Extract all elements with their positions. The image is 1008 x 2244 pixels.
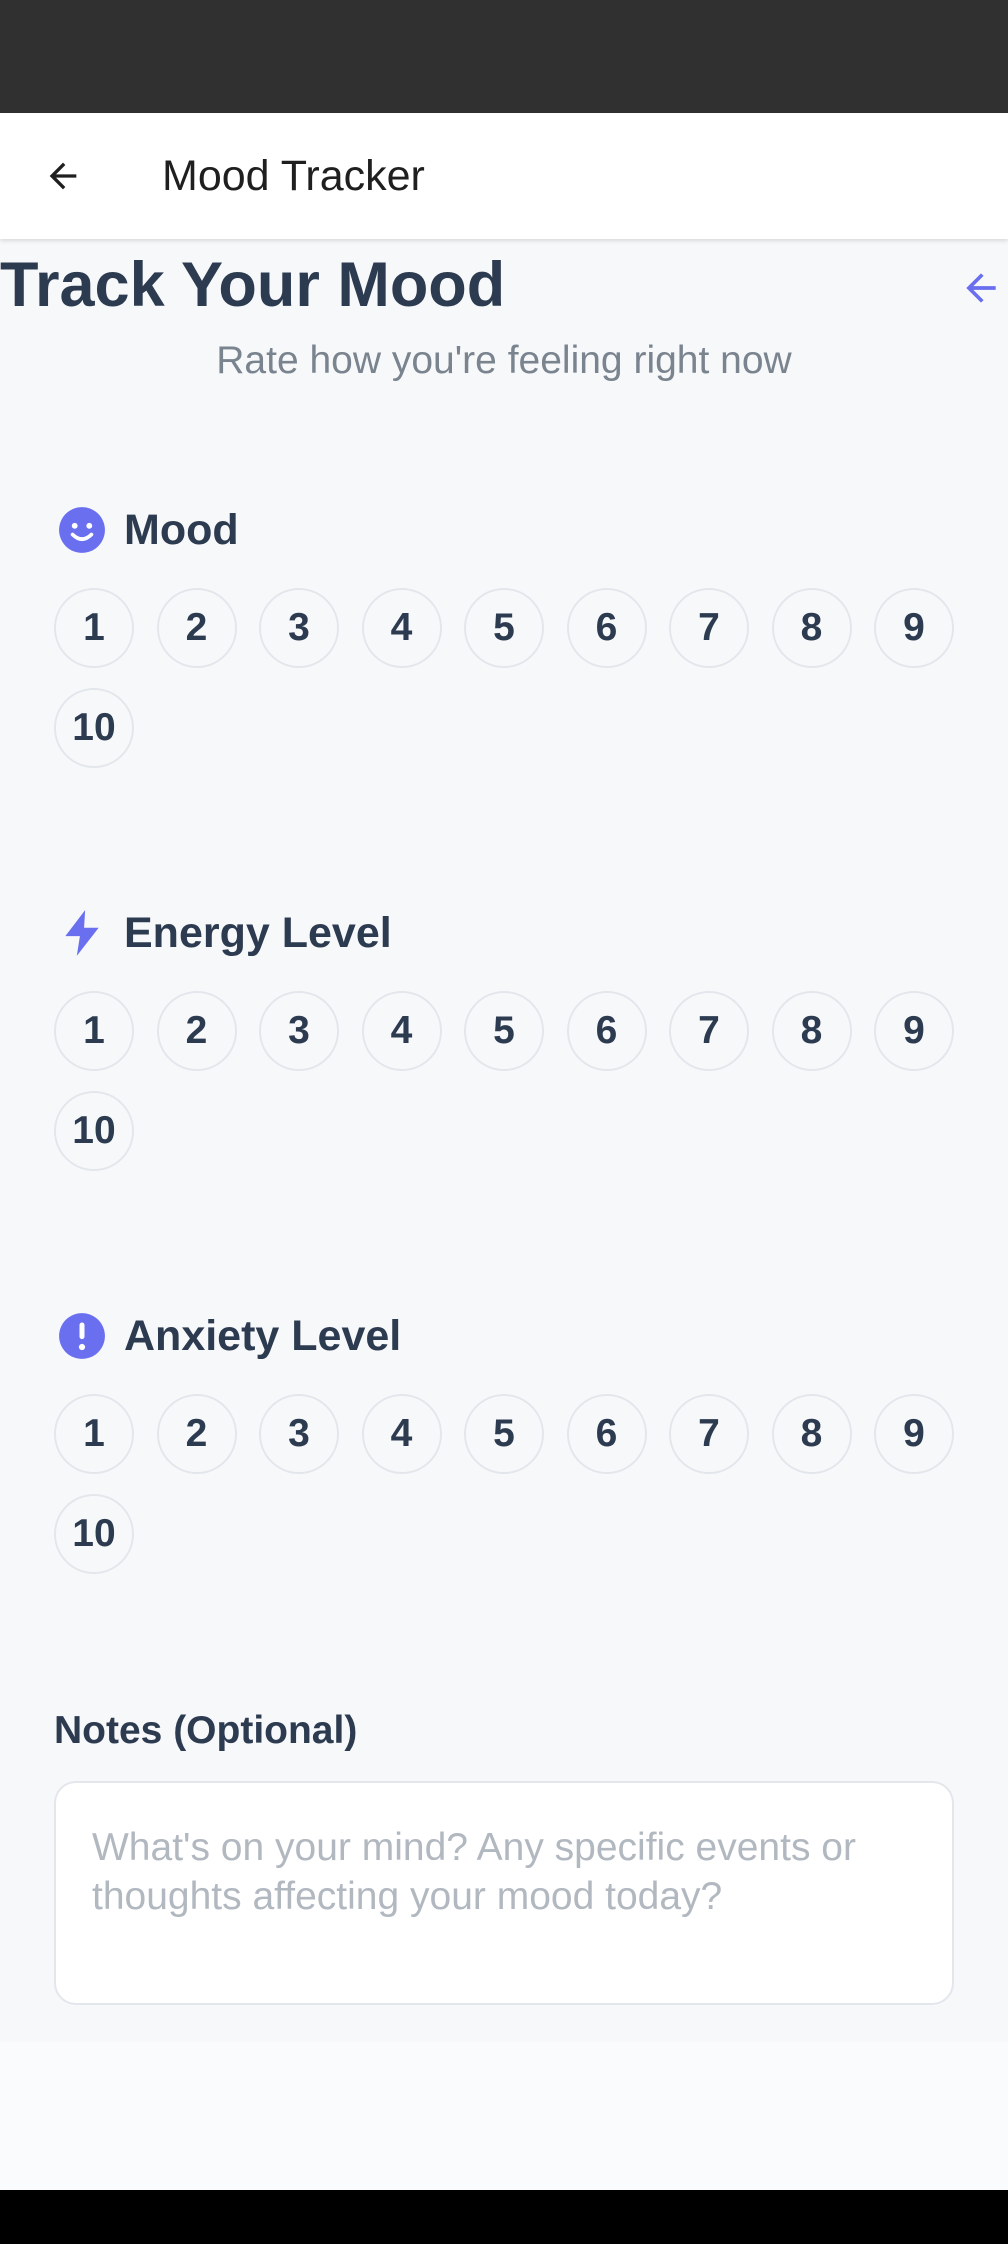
rating-option-9[interactable]: 9 <box>874 588 954 668</box>
notes-label: Notes (Optional) <box>54 1709 358 1752</box>
rating-option-1[interactable]: 1 <box>54 588 134 668</box>
smile-icon <box>54 502 110 558</box>
rating-option-2[interactable]: 2 <box>156 588 237 668</box>
mood-form: Track Your Mood Rate how you're feeling … <box>0 239 1008 2042</box>
section-label: Energy Level <box>124 908 392 957</box>
alert-circle-icon <box>54 1308 110 1364</box>
side-back-button[interactable] <box>956 263 1006 313</box>
rating-option-7[interactable]: 7 <box>669 1394 749 1474</box>
notes-field[interactable] <box>54 1781 954 2005</box>
page-title: Track Your Mood <box>0 250 506 320</box>
arrow-left-icon <box>966 273 996 303</box>
lightning-icon <box>54 905 110 961</box>
rating-option-1[interactable]: 1 <box>54 991 134 1071</box>
rating-option-10[interactable]: 10 <box>54 1494 134 1574</box>
status-bar <box>0 0 1008 113</box>
mood-rating-group: 1 2 3 4 5 6 7 8 9 10 <box>54 588 964 768</box>
section-label: Anxiety Level <box>124 1311 402 1360</box>
section-header: Energy Level <box>54 903 392 963</box>
rating-option-4[interactable]: 4 <box>361 1394 442 1474</box>
rating-option-9[interactable]: 9 <box>874 1394 954 1474</box>
rating-option-6[interactable]: 6 <box>566 588 647 668</box>
page-subtitle: Rate how you're feeling right now <box>216 339 792 382</box>
rating-option-10[interactable]: 10 <box>54 688 134 768</box>
rating-option-5[interactable]: 5 <box>464 991 544 1071</box>
rating-option-8[interactable]: 8 <box>771 991 852 1071</box>
rating-option-7[interactable]: 7 <box>669 588 749 668</box>
rating-option-6[interactable]: 6 <box>566 1394 647 1474</box>
rating-option-8[interactable]: 8 <box>771 1394 852 1474</box>
arrow-left-icon <box>49 162 77 190</box>
rating-option-3[interactable]: 3 <box>259 1394 339 1474</box>
app-bar-title: Mood Tracker <box>162 152 425 200</box>
rating-option-2[interactable]: 2 <box>156 991 237 1071</box>
anxiety-rating-group: 1 2 3 4 5 6 7 8 9 10 <box>54 1394 964 1574</box>
rating-option-8[interactable]: 8 <box>771 588 852 668</box>
section-header: Mood <box>54 500 239 560</box>
rating-option-4[interactable]: 4 <box>361 588 442 668</box>
section-label: Mood <box>124 505 239 554</box>
bottom-area <box>0 2042 1008 2190</box>
rating-option-5[interactable]: 5 <box>464 588 544 668</box>
energy-rating-group: 1 2 3 4 5 6 7 8 9 10 <box>54 991 964 1171</box>
section-header: Anxiety Level <box>54 1306 401 1366</box>
app-bar: Mood Tracker <box>0 113 1008 239</box>
rating-option-4[interactable]: 4 <box>361 991 442 1071</box>
rating-option-2[interactable]: 2 <box>156 1394 237 1474</box>
rating-option-3[interactable]: 3 <box>259 588 339 668</box>
notes-input[interactable] <box>92 1823 916 1963</box>
system-navigation-bar <box>0 2190 1008 2244</box>
rating-option-6[interactable]: 6 <box>566 991 647 1071</box>
back-button[interactable] <box>30 146 96 206</box>
rating-option-7[interactable]: 7 <box>669 991 749 1071</box>
rating-option-5[interactable]: 5 <box>464 1394 544 1474</box>
rating-option-9[interactable]: 9 <box>874 991 954 1071</box>
rating-option-3[interactable]: 3 <box>259 991 339 1071</box>
rating-option-10[interactable]: 10 <box>54 1091 134 1171</box>
rating-option-1[interactable]: 1 <box>54 1394 134 1474</box>
